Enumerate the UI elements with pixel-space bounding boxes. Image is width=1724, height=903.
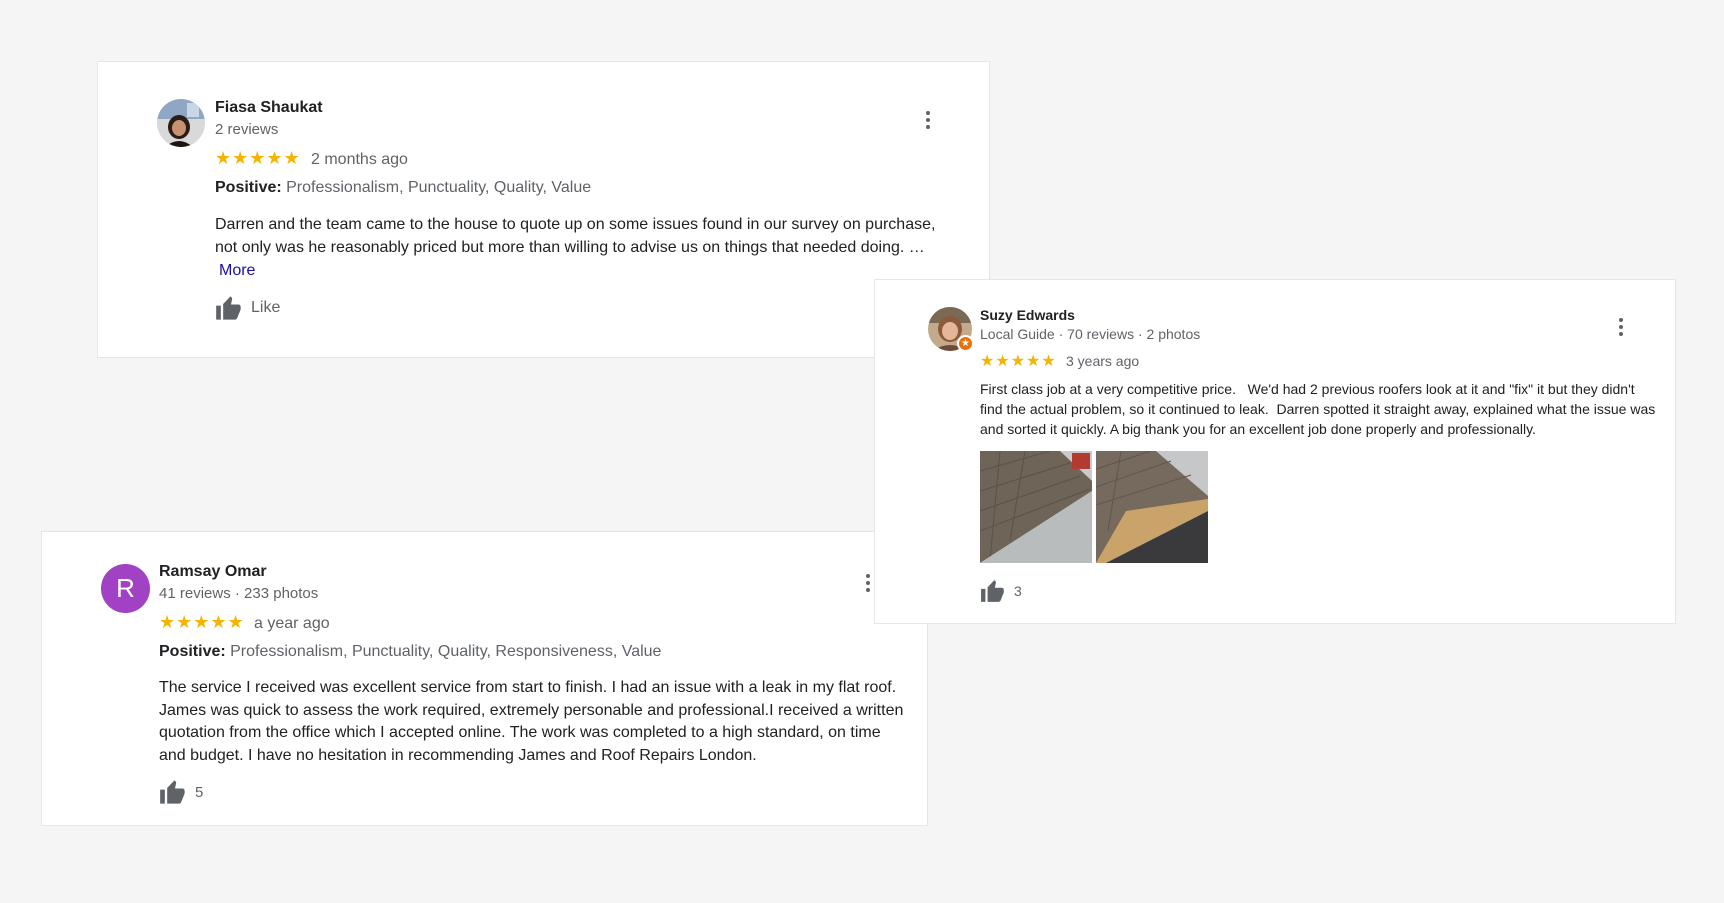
review-time: 2 months ago xyxy=(311,151,408,168)
more-link[interactable]: More xyxy=(219,262,255,279)
positive-label: Positive: xyxy=(215,179,282,196)
star-rating: ★★★★★ xyxy=(215,148,301,168)
reviewer-meta[interactable]: Local Guide · 70 reviews · 2 photos xyxy=(980,326,1200,342)
review-text: The service I received was excellent ser… xyxy=(159,679,904,764)
like-button[interactable]: 5 xyxy=(159,779,203,805)
avatar[interactable] xyxy=(157,99,205,147)
positive-values: Professionalism, Punctuality, Quality, V… xyxy=(281,179,592,196)
local-guide-badge-icon: ★ xyxy=(957,335,974,352)
review-text: Darren and the team came to the house to… xyxy=(215,213,955,282)
positive-tags: Positive: Professionalism, Punctuality, … xyxy=(159,643,661,661)
like-count: 3 xyxy=(1014,583,1022,599)
thumbs-up-icon xyxy=(981,580,1004,602)
reviewer-name[interactable]: Ramsay Omar xyxy=(159,563,267,581)
review-card-fiasa: Fiasa Shaukat 2 reviews ★★★★★ 2 months a… xyxy=(97,61,990,358)
positive-values: Professionalism, Punctuality, Quality, R… xyxy=(225,643,662,660)
positive-tags: Positive: Professionalism, Punctuality, … xyxy=(215,179,591,197)
kebab-menu-icon[interactable] xyxy=(1616,318,1626,339)
like-label: Like xyxy=(251,299,281,316)
reviewer-name[interactable]: Fiasa Shaukat xyxy=(215,99,323,117)
review-card-suzy: ★ Suzy Edwards Local Guide · 70 reviews … xyxy=(874,279,1676,624)
review-text: First class job at a very competitive pr… xyxy=(980,381,1660,437)
review-photo-2[interactable] xyxy=(1096,451,1208,563)
review-time: a year ago xyxy=(254,615,330,632)
like-count: 5 xyxy=(195,783,204,801)
review-card-ramsay: R Ramsay Omar 41 reviews · 233 photos ★★… xyxy=(41,531,928,826)
reviewer-meta[interactable]: 2 reviews xyxy=(215,121,278,138)
review-text-content: Darren and the team came to the house to… xyxy=(215,216,936,256)
kebab-menu-icon[interactable] xyxy=(863,574,873,595)
avatar[interactable]: R xyxy=(101,564,150,613)
positive-label: Positive: xyxy=(159,643,226,660)
like-button[interactable]: Like xyxy=(215,295,280,321)
like-button[interactable]: 3 xyxy=(980,579,1022,603)
star-rating: ★★★★★ xyxy=(159,612,245,632)
thumbs-up-icon xyxy=(216,296,241,320)
review-time: 3 years ago xyxy=(1066,353,1140,369)
reviewer-name[interactable]: Suzy Edwards xyxy=(980,307,1075,323)
review-photo-1[interactable] xyxy=(980,451,1092,563)
thumbs-up-icon xyxy=(160,780,185,804)
kebab-menu-icon[interactable] xyxy=(923,111,933,132)
star-rating: ★★★★★ xyxy=(980,353,1057,370)
reviewer-meta[interactable]: 41 reviews · 233 photos xyxy=(159,585,318,602)
